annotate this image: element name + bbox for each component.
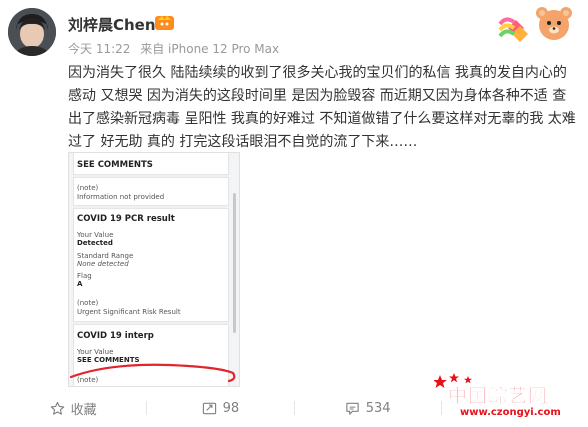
image-scrollbar [233, 193, 236, 333]
image-value: Detected [77, 239, 113, 247]
image-range-value: None detected [77, 260, 129, 268]
post-time[interactable]: 今天 11:22 [68, 42, 130, 56]
image-divider [73, 205, 229, 209]
repost-count: 98 [222, 400, 240, 416]
post-source: 来自 iPhone 12 Pro Max [140, 42, 280, 56]
bear-decoration-icon [498, 7, 572, 42]
image-divider [73, 174, 229, 178]
avatar[interactable] [8, 8, 56, 56]
avatar-photo [8, 8, 56, 56]
comment-count: 534 [365, 400, 391, 416]
vip-badge-icon[interactable] [154, 14, 175, 31]
comment-icon [346, 402, 359, 415]
author-name[interactable]: 刘梓晨Chen [68, 14, 156, 35]
like-area [442, 398, 588, 418]
favorite-button[interactable]: 收藏 [0, 398, 146, 418]
repost-icon [202, 402, 216, 414]
image-interp-title: COVID 19 interp [77, 331, 154, 341]
image-see-comments: SEE COMMENTS [77, 160, 153, 170]
image-flag-value: A [77, 280, 83, 288]
post-text: 因为消失了很久 陆陆续续的收到了很多关心我的宝贝们的私信 我真的发自内心的感动 … [68, 65, 576, 150]
repost-button[interactable]: 98 [147, 398, 293, 418]
image-note-value: Information not provided [77, 193, 165, 201]
image-divider [73, 321, 229, 325]
comment-button[interactable]: 534 [295, 398, 441, 418]
image-see-comments: SEE COMMENTS [77, 356, 140, 364]
image-note-label: (note) [77, 376, 99, 384]
action-bar: 收藏 98 534 [0, 389, 588, 427]
image-note-label: (note) [77, 299, 99, 307]
favorite-icon [50, 401, 64, 415]
image-test-title: COVID 19 PCR result [77, 214, 175, 224]
post-meta: 今天 11:22 来自 iPhone 12 Pro Max [68, 40, 285, 57]
image-note-value: Urgent Significant Risk Result [77, 308, 181, 316]
image-note-label: (note) [77, 184, 99, 192]
favorite-label: 收藏 [70, 402, 97, 418]
post-image[interactable]: SEE COMMENTS (note) Information not prov… [68, 152, 240, 387]
